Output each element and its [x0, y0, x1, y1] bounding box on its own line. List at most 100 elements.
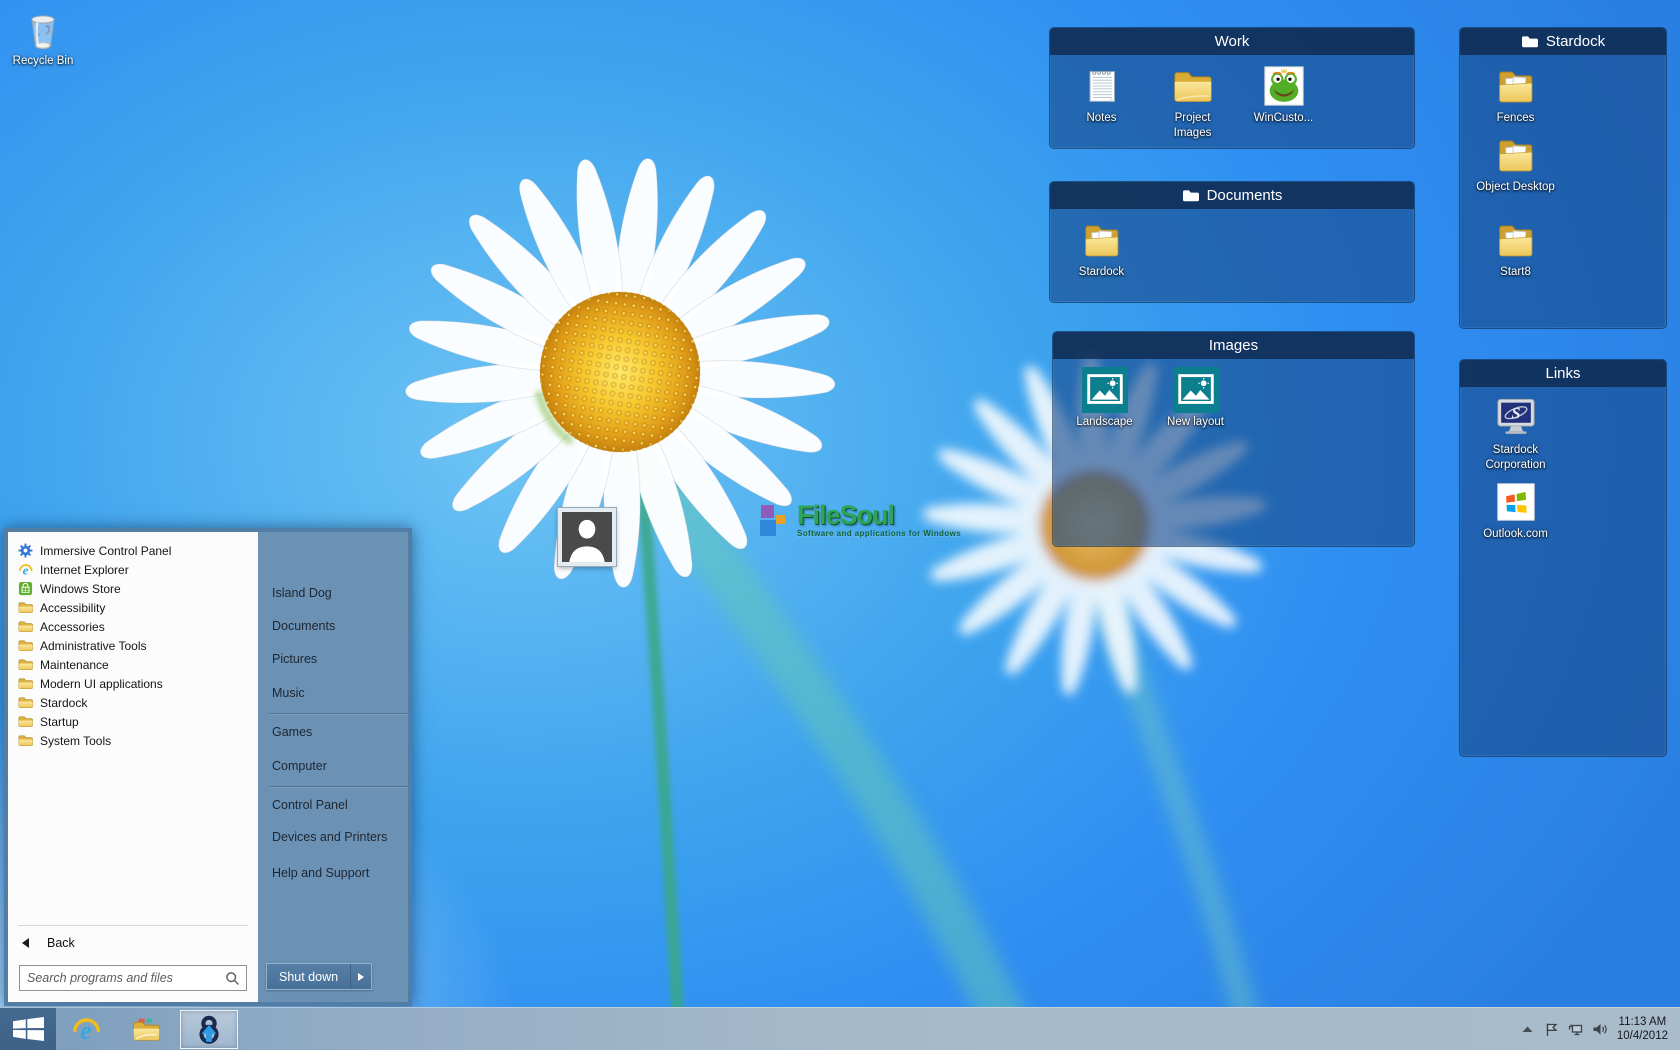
start-menu-item-system-tools[interactable]: System Tools — [8, 731, 258, 750]
desktop-item-landscape[interactable]: Landscape — [1059, 367, 1150, 430]
user-name[interactable]: Island Dog — [258, 584, 408, 602]
filesoul-watermark: FileSoul Software and applications for W… — [760, 502, 961, 538]
watermark-title: FileSoul — [797, 502, 961, 528]
fence-links-title: Links — [1545, 365, 1580, 382]
windows-store-icon — [18, 581, 33, 596]
tray-time: 11:13 AM — [1617, 1015, 1668, 1030]
folder-icon — [18, 714, 33, 729]
fence-images-titlebar[interactable]: Images — [1053, 332, 1414, 359]
desktop-item-start8[interactable]: Start8 — [1466, 217, 1565, 280]
user-avatar[interactable] — [558, 508, 616, 566]
folder-icon — [1170, 63, 1216, 109]
shutdown-button[interactable]: Shut down — [266, 963, 372, 990]
fence-links-titlebar[interactable]: Links — [1460, 360, 1666, 387]
desktop-item-stardock-folder[interactable]: Stardock — [1056, 217, 1147, 280]
desktop-item-outlook[interactable]: Outlook.com — [1466, 479, 1565, 542]
fence-stardock-titlebar[interactable]: Stardock — [1460, 28, 1666, 55]
desktop-item-wincustomize[interactable]: WinCusto... — [1238, 63, 1329, 141]
folder-icon — [18, 619, 33, 634]
menu-item-pictures[interactable]: Pictures — [258, 650, 408, 668]
start-menu-item-windows-store[interactable]: Windows Store — [8, 579, 258, 598]
back-button[interactable]: Back — [8, 931, 258, 955]
desktop-item-project-images[interactable]: Project Images — [1147, 63, 1238, 141]
fence-work-title: Work — [1215, 33, 1250, 50]
fence-stardock-title: Stardock — [1546, 33, 1605, 50]
menu-item-control-panel[interactable]: Control Panel — [258, 796, 408, 814]
fence-images[interactable]: Images Landscape New layout — [1053, 332, 1414, 546]
network-icon[interactable] — [1568, 1022, 1583, 1037]
start-menu-item-accessories[interactable]: Accessories — [8, 617, 258, 636]
image-tile-icon — [1082, 367, 1128, 413]
start-menu-item-administrative-tools[interactable]: Administrative Tools — [8, 636, 258, 655]
windows-flag-tile-icon — [1493, 479, 1539, 525]
fence-documents-body: Stardock — [1050, 209, 1414, 290]
fence-work[interactable]: Work Notes Project Images WinCusto... — [1050, 28, 1414, 148]
person-icon — [562, 512, 612, 562]
fence-documents-titlebar[interactable]: Documents — [1050, 182, 1414, 209]
desktop-item-new-layout[interactable]: New layout — [1150, 367, 1241, 430]
folder-with-documents-icon — [1493, 132, 1539, 178]
fence-documents-title: Documents — [1207, 187, 1283, 204]
volume-icon[interactable] — [1592, 1022, 1607, 1037]
frog-mascot-icon — [1261, 63, 1307, 109]
start-menu-item-internet-explorer[interactable]: Internet Explorer — [8, 560, 258, 579]
filesoul-logo-icon — [760, 502, 792, 538]
start-menu-places-panel: Island Dog Documents Pictures Music Game… — [258, 532, 408, 1002]
clock[interactable]: 11:13 AM 10/4/2012 — [1617, 1015, 1668, 1044]
start-menu-item-accessibility[interactable]: Accessibility — [8, 598, 258, 617]
right-arrow-icon — [358, 973, 364, 981]
image-tile-icon — [1173, 367, 1219, 413]
fence-links[interactable]: Links Stardock Corporation Outlook.com — [1460, 360, 1666, 756]
fence-documents[interactable]: Documents Stardock — [1050, 182, 1414, 302]
start-menu-item-maintenance[interactable]: Maintenance — [8, 655, 258, 674]
shutdown-options-arrow[interactable] — [350, 964, 371, 989]
tray-date: 10/4/2012 — [1617, 1029, 1668, 1044]
desktop-item-fences[interactable]: Fences — [1466, 63, 1565, 126]
desktop-item-notes[interactable]: Notes — [1056, 63, 1147, 141]
windows-logo-icon — [13, 1017, 44, 1041]
fence-images-title: Images — [1209, 337, 1258, 354]
divider — [270, 786, 408, 787]
folder-with-documents-icon — [1493, 63, 1539, 109]
start-menu-item-immersive-control-panel[interactable]: Immersive Control Panel — [8, 541, 258, 560]
menu-item-computer[interactable]: Computer — [258, 757, 408, 775]
action-center-flag-icon[interactable] — [1544, 1022, 1559, 1037]
taskbar-file-explorer[interactable] — [124, 1010, 168, 1049]
taskbar-start8-active[interactable] — [180, 1010, 238, 1049]
shutdown-label[interactable]: Shut down — [267, 964, 350, 989]
programs-list: Immersive Control Panel Internet Explore… — [8, 532, 258, 750]
notepad-icon — [1079, 63, 1125, 109]
start-menu-item-modern-ui-applications[interactable]: Modern UI applications — [8, 674, 258, 693]
start-button[interactable] — [0, 1008, 56, 1050]
search-box[interactable] — [19, 965, 247, 991]
folder-icon — [18, 600, 33, 615]
search-input[interactable] — [20, 966, 246, 990]
desktop-screen: FileSoul Software and applications for W… — [0, 0, 1680, 1050]
fence-links-body: Stardock Corporation Outlook.com — [1460, 387, 1666, 552]
search-icon[interactable] — [225, 971, 241, 987]
recycle-bin[interactable]: Recycle Bin — [1, 8, 85, 69]
fence-stardock-body: Fences Object Desktop Start8 — [1460, 55, 1666, 290]
taskbar: 11:13 AM 10/4/2012 — [0, 1007, 1680, 1050]
internet-explorer-icon — [71, 1014, 101, 1044]
menu-item-music[interactable]: Music — [258, 684, 408, 702]
folder-icon — [18, 676, 33, 691]
desktop-item-stardock-corporation[interactable]: Stardock Corporation — [1466, 395, 1565, 473]
hidden-icons-button[interactable] — [1520, 1022, 1535, 1037]
start-menu-item-startup[interactable]: Startup — [8, 712, 258, 731]
fence-work-titlebar[interactable]: Work — [1050, 28, 1414, 55]
desktop-item-object-desktop[interactable]: Object Desktop — [1466, 132, 1565, 195]
recycle-bin-label: Recycle Bin — [13, 54, 74, 69]
menu-item-devices-and-printers[interactable]: Devices and Printers — [258, 828, 408, 846]
start-menu-item-stardock[interactable]: Stardock — [8, 693, 258, 712]
folder-icon — [18, 657, 33, 672]
taskbar-internet-explorer[interactable] — [64, 1010, 108, 1049]
internet-explorer-icon — [18, 562, 33, 577]
menu-item-help-and-support[interactable]: Help and Support — [258, 864, 408, 882]
start-menu: Immersive Control Panel Internet Explore… — [4, 528, 412, 1006]
back-arrow-icon — [22, 938, 29, 948]
fence-stardock[interactable]: Stardock Fences Object Desktop Start8 — [1460, 28, 1666, 328]
menu-item-documents[interactable]: Documents — [258, 617, 408, 635]
search-area — [19, 965, 247, 991]
menu-item-games[interactable]: Games — [258, 723, 408, 741]
